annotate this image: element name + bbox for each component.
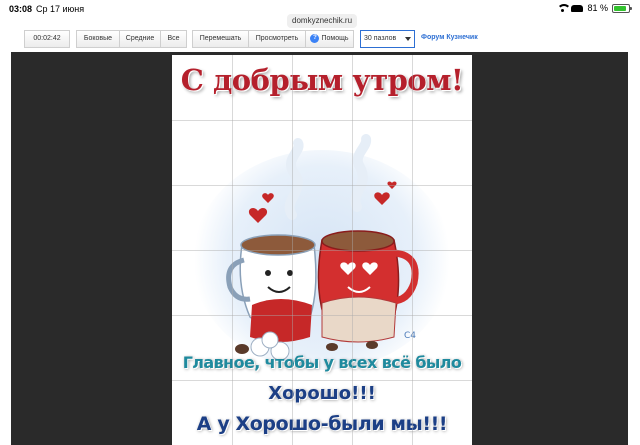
all-pieces-button[interactable]: Все bbox=[161, 31, 186, 47]
timer-display: 00:02:42 bbox=[24, 30, 70, 48]
heart-icon bbox=[248, 208, 268, 223]
action-group: Перемешать Просмотреть ? Помощь bbox=[192, 30, 354, 48]
help-label: Помощь bbox=[321, 35, 349, 42]
steam-right bbox=[350, 134, 372, 212]
heart-icon bbox=[262, 193, 274, 203]
red-mug-cocoa bbox=[321, 230, 395, 252]
marshmallow bbox=[261, 331, 279, 349]
left-mug-eye bbox=[287, 270, 293, 276]
puzzle-image[interactable]: С добрым утром! С4 Главное, чтобы у всех… bbox=[172, 55, 472, 445]
left-mug-eye bbox=[265, 270, 271, 276]
right-mug-sweater bbox=[321, 296, 397, 343]
puzzle-toolbar: 00:02:42 Боковые Средние Все Перемешать … bbox=[0, 30, 640, 50]
help-icon: ? bbox=[310, 33, 320, 43]
side-pieces-button[interactable]: Боковые bbox=[77, 31, 120, 47]
shuffle-button[interactable]: Перемешать bbox=[193, 31, 249, 47]
artist-signature: С4 bbox=[404, 331, 416, 341]
message-line-3: А у Хорошо-были мы!!! bbox=[196, 413, 448, 435]
steam-left bbox=[284, 138, 304, 220]
pieces-count-select[interactable]: 30 пазлов bbox=[360, 30, 415, 48]
message-line-2: Хорошо!!! bbox=[268, 383, 376, 404]
message-line-1: Главное, чтобы у всех всё было bbox=[182, 353, 462, 372]
chevron-down-icon bbox=[405, 37, 411, 41]
status-indicators: 81 % bbox=[557, 3, 632, 13]
status-time: 03:08 bbox=[9, 4, 33, 14]
white-mug-cocoa bbox=[240, 234, 316, 256]
piece-filter-group: Боковые Средние Все bbox=[76, 30, 187, 48]
status-date: Ср 17 июня bbox=[36, 4, 85, 14]
address-url[interactable]: domkyznechik.ru bbox=[287, 14, 358, 28]
preview-button[interactable]: Просмотреть bbox=[249, 31, 306, 47]
coffee-bean bbox=[366, 341, 378, 349]
puzzle-board[interactable]: С добрым утром! С4 Главное, чтобы у всех… bbox=[11, 52, 628, 445]
heart-icon bbox=[374, 192, 390, 205]
forum-link[interactable]: Форум Кузнечик bbox=[421, 34, 478, 41]
status-bar: 03:08 Ср 17 июня domkyznechik.ru 81 % bbox=[0, 0, 640, 28]
battery-percent: 81 % bbox=[587, 3, 608, 13]
car-icon bbox=[571, 4, 584, 12]
help-button[interactable]: ? Помощь bbox=[306, 31, 353, 47]
pieces-count-value: 30 пазлов bbox=[364, 35, 397, 42]
heart-icon bbox=[387, 181, 397, 189]
left-mug-sweater bbox=[250, 299, 312, 342]
battery-icon bbox=[612, 3, 632, 13]
middle-pieces-button[interactable]: Средние bbox=[120, 31, 161, 47]
wifi-icon bbox=[557, 4, 572, 12]
coffee-bean bbox=[326, 343, 338, 351]
